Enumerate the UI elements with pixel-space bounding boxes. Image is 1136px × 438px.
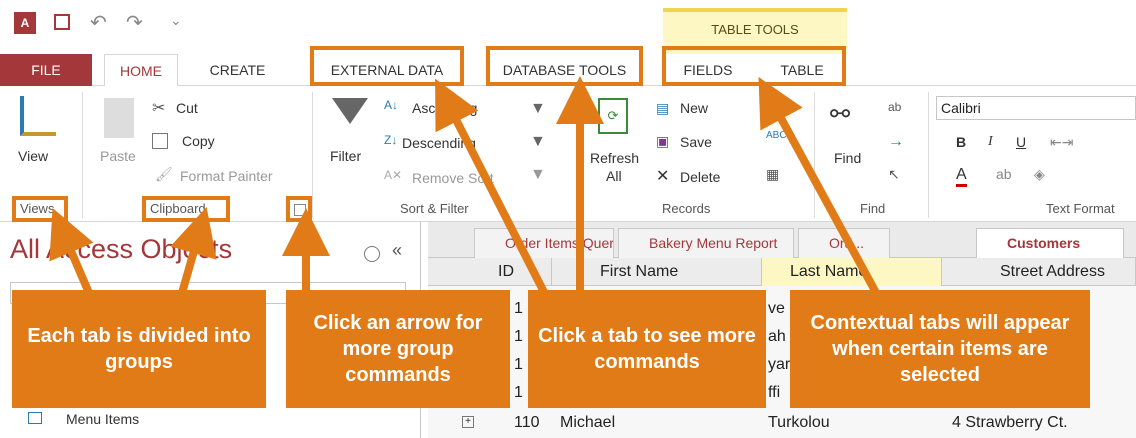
- arrow-to-external-data: [435, 78, 552, 302]
- callout-contextual: Contextual tabs will appear when certain…: [790, 290, 1090, 408]
- callout-tab: Click a tab to see more commands: [528, 290, 766, 408]
- arrow-to-contextual: [758, 76, 884, 302]
- callout-arrow: Click an arrow for more group commands: [286, 290, 510, 408]
- callout-groups: Each tab is divided into groups: [12, 290, 266, 408]
